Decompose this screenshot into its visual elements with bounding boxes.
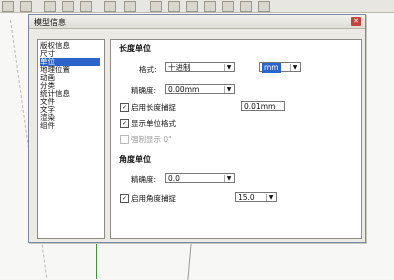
- green-axis-line: [96, 238, 97, 279]
- enable-length-snap-label: 启用长度捕捉: [131, 103, 176, 112]
- unit-select-value: mm: [262, 63, 281, 73]
- length-precision-select[interactable]: 0.00mm ▼: [165, 84, 235, 94]
- chevron-down-icon: ▼: [224, 175, 233, 182]
- toolbar-icon[interactable]: [80, 1, 92, 12]
- toolbar: [0, 0, 394, 13]
- force-display-label: 强制显示 0": [131, 135, 172, 144]
- format-select-value: 十进制: [168, 63, 191, 72]
- toolbar-icon[interactable]: [150, 1, 162, 12]
- length-precision-value: 0.00mm: [168, 85, 200, 94]
- display-format-checkbox[interactable]: ✓: [120, 119, 129, 128]
- unit-select[interactable]: mm ▼: [259, 62, 301, 73]
- display-format-label: 显示单位格式: [131, 119, 176, 128]
- toolbar-icon[interactable]: [258, 1, 270, 12]
- toolbar-icon[interactable]: [20, 1, 32, 12]
- enable-length-snap-checkbox[interactable]: ✓: [120, 103, 129, 112]
- enable-angle-snap-checkbox[interactable]: ✓: [120, 194, 129, 203]
- length-units-heading: 长度单位: [119, 44, 151, 53]
- angle-precision-select[interactable]: 0.0 ▼: [165, 173, 235, 183]
- format-label: 格式:: [139, 65, 157, 74]
- chevron-down-icon: ▼: [266, 194, 275, 201]
- force-display-checkbox[interactable]: [120, 135, 129, 144]
- angle-precision-value: 0.0: [168, 174, 180, 183]
- chevron-down-icon: ▼: [224, 86, 233, 93]
- toolbar-icon[interactable]: [186, 1, 198, 12]
- angle-precision-label: 精确度:: [131, 175, 157, 184]
- length-snap-input[interactable]: 0.01mm: [241, 101, 285, 111]
- toolbar-icon[interactable]: [62, 1, 74, 12]
- toolbar-icon[interactable]: [44, 1, 56, 12]
- length-precision-label: 精确度:: [131, 86, 157, 95]
- toolbar-icon[interactable]: [222, 1, 234, 12]
- angle-snap-value: 15.0: [238, 193, 255, 202]
- angle-snap-select[interactable]: 15.0 ▼: [235, 192, 277, 202]
- chevron-down-icon: ▼: [290, 64, 299, 71]
- nav-item-components[interactable]: 组件: [40, 122, 100, 130]
- chevron-down-icon: ▼: [224, 64, 233, 71]
- toolbar-icon[interactable]: [240, 1, 252, 12]
- toolbar-icon[interactable]: [168, 1, 180, 12]
- format-select[interactable]: 十进制 ▼: [165, 62, 235, 72]
- close-icon[interactable]: ✕: [351, 17, 361, 26]
- toolbar-icon[interactable]: [204, 1, 216, 12]
- angle-units-heading: 角度单位: [119, 155, 151, 164]
- toolbar-icon[interactable]: [124, 1, 136, 12]
- toolbar-icon[interactable]: [2, 1, 14, 12]
- dialog-title: 模型信息: [34, 18, 66, 27]
- category-list[interactable]: 版权信息 尺寸 单位 地理位置 动画 分类 统计信息 文件 文字 渲染 组件: [37, 39, 105, 239]
- units-panel: 长度单位 格式: 十进制 ▼ mm ▼ 精确度: 0.00mm ▼ ✓ 启用长度…: [110, 39, 362, 239]
- toolbar-icon[interactable]: [104, 1, 116, 12]
- dialog-titlebar[interactable]: 模型信息 ✕: [29, 15, 365, 29]
- model-info-dialog: 模型信息 ✕ 版权信息 尺寸 单位 地理位置 动画 分类 统计信息 文件 文字 …: [28, 14, 366, 243]
- enable-angle-snap-label: 启用角度捕捉: [131, 194, 176, 203]
